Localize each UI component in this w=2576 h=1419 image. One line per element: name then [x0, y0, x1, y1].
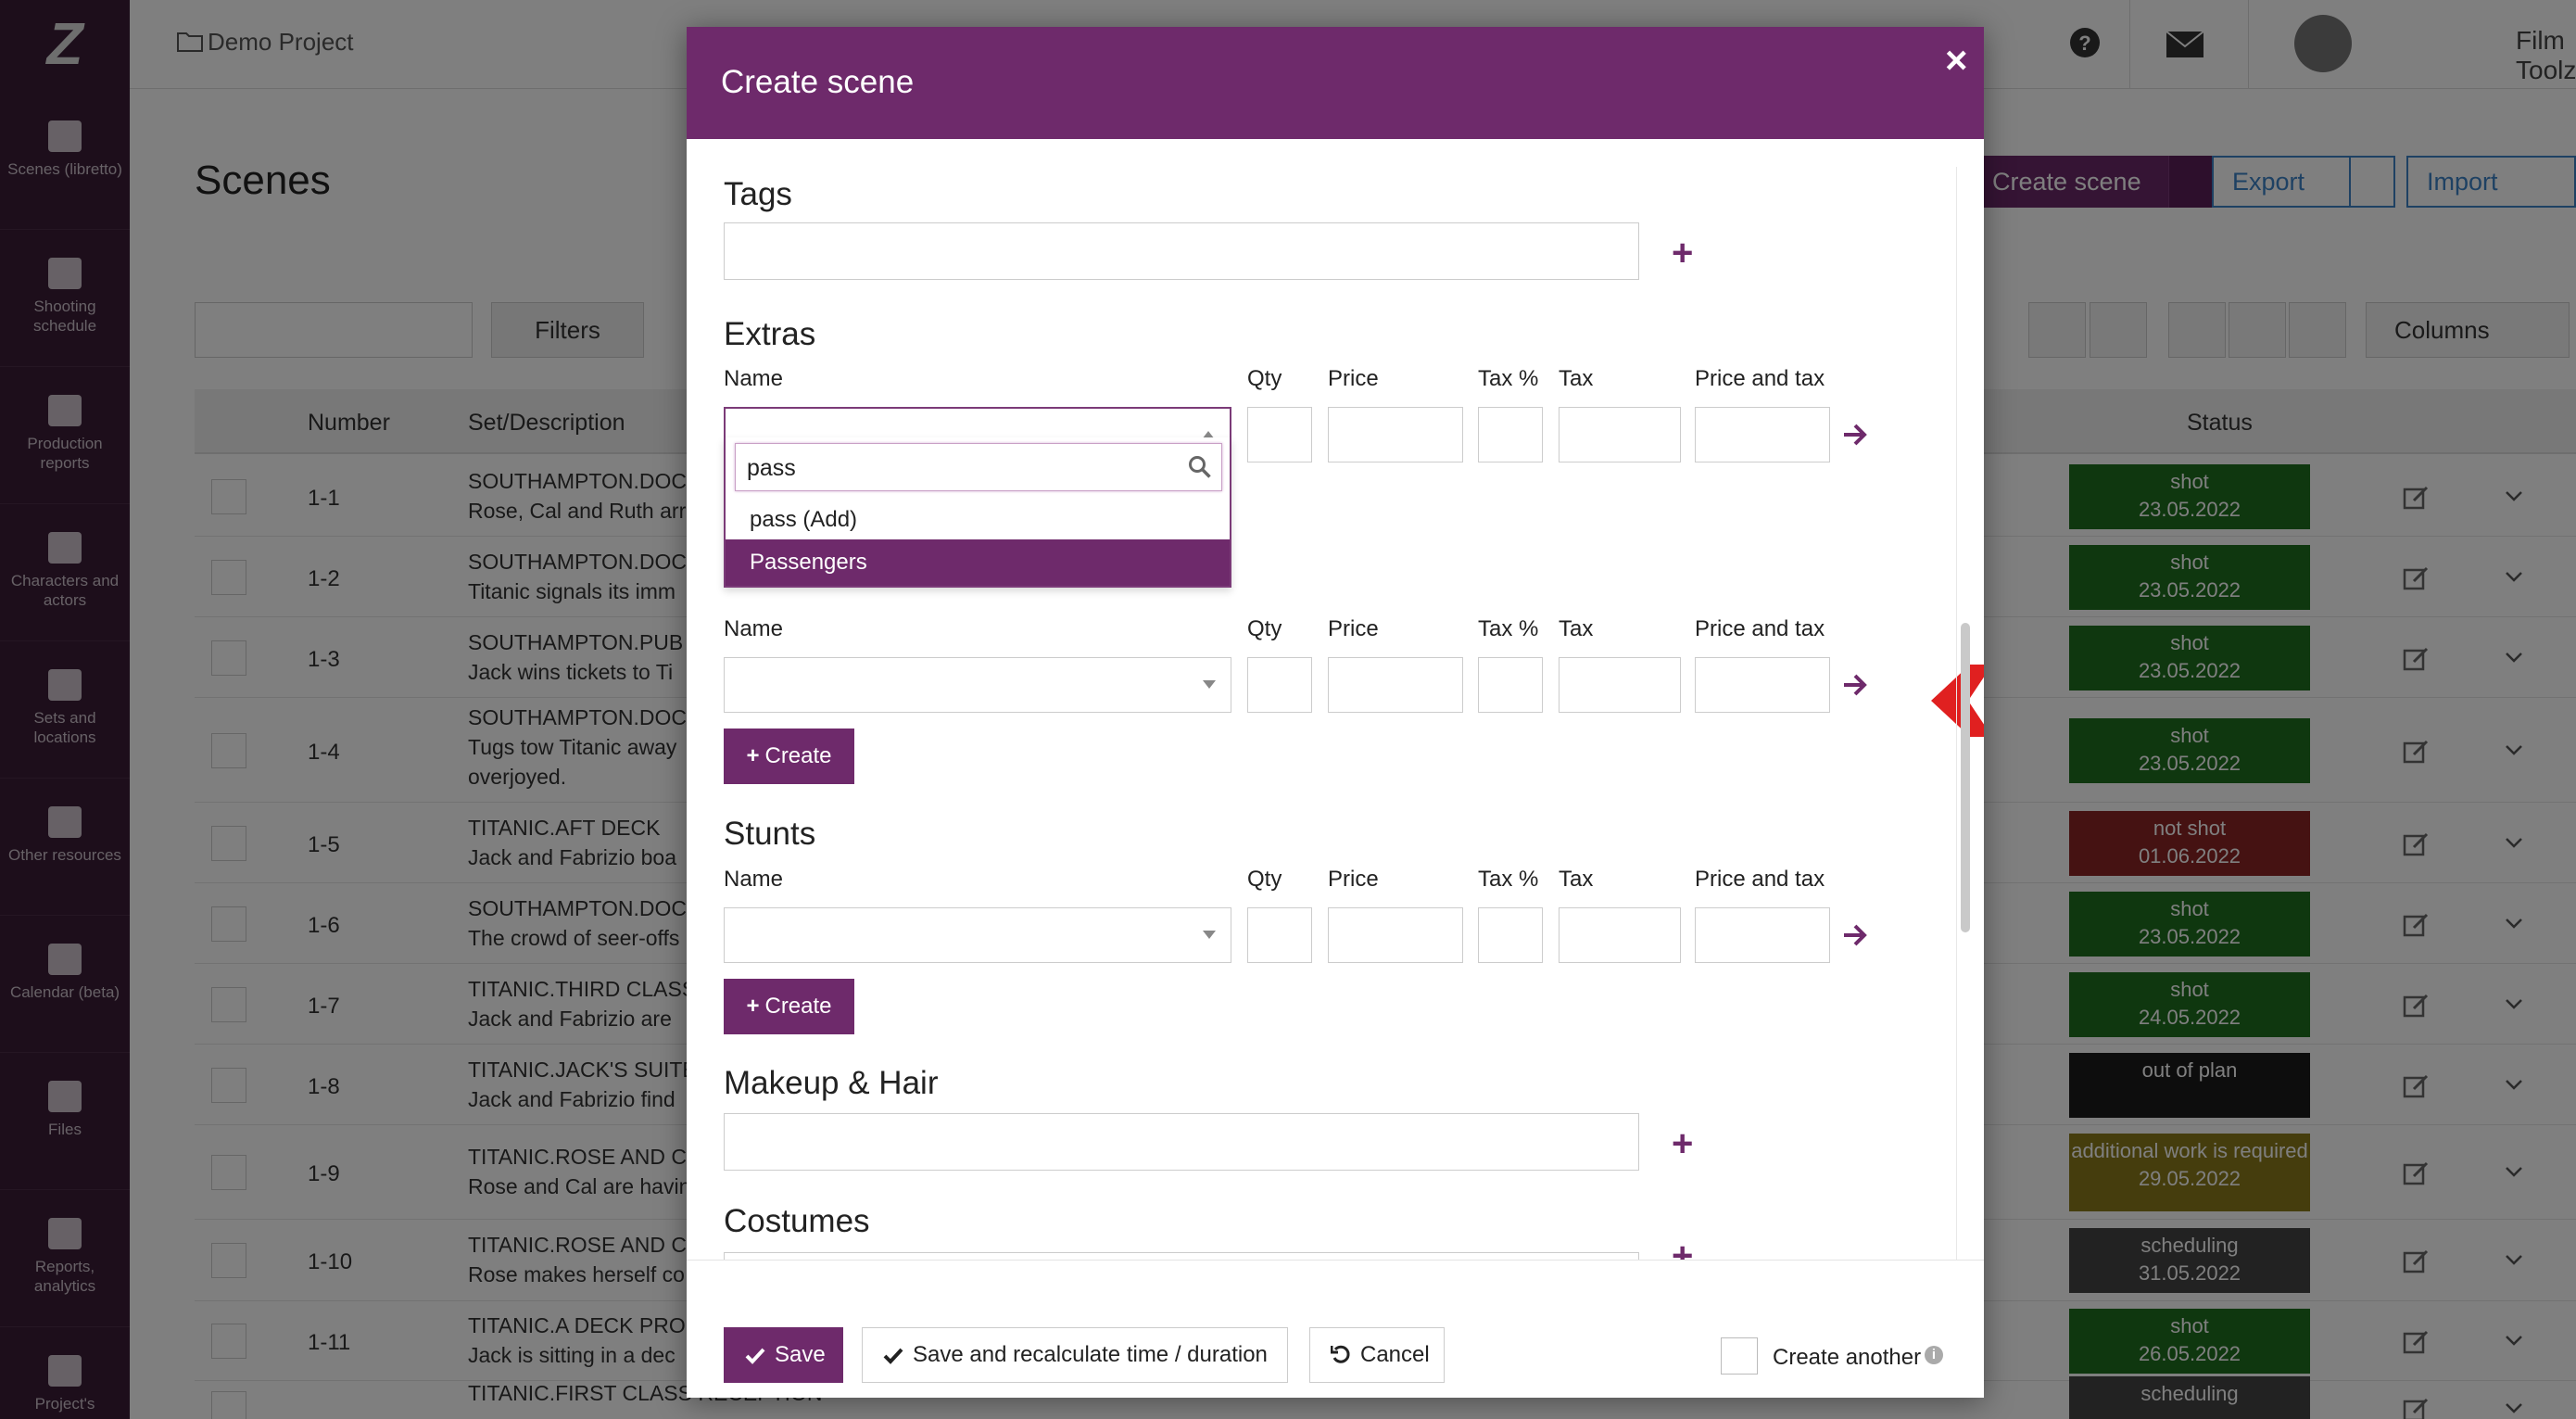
tags-input[interactable]: [724, 222, 1639, 280]
row2-tax-input[interactable]: [1559, 657, 1681, 713]
plus-icon: +: [746, 994, 760, 1019]
close-icon[interactable]: ×: [1945, 38, 1968, 82]
extras-price-tax-label: Price and tax: [1695, 366, 1825, 391]
extras-tax-input[interactable]: [1559, 407, 1681, 462]
row2-qty-input[interactable]: [1247, 657, 1312, 713]
row2-tax-label: Tax: [1559, 616, 1594, 641]
modal-header: Create scene ×: [687, 27, 1984, 139]
save-button[interactable]: Save: [724, 1327, 843, 1383]
create-label: Create: [764, 994, 832, 1019]
extras-tax-label: Tax: [1559, 366, 1594, 391]
row2-price-input[interactable]: [1328, 657, 1463, 713]
extras-price-tax-input[interactable]: [1695, 407, 1830, 462]
extras-name-dropdown: pass pass (Add) Passengers: [724, 437, 1231, 588]
extras-price-label: Price: [1328, 366, 1379, 391]
extras-title: Extras: [724, 316, 816, 352]
tags-title: Tags: [724, 176, 792, 212]
stunts-qty-input[interactable]: [1247, 907, 1312, 963]
stunts-name-select[interactable]: [724, 907, 1231, 963]
undo-icon: [1330, 1345, 1350, 1363]
add-costume-icon[interactable]: +: [1672, 1237, 1693, 1260]
cancel-button[interactable]: Cancel: [1309, 1327, 1445, 1383]
extras-name-label: Name: [724, 366, 784, 391]
save-recalculate-button[interactable]: Save and recalculate time / duration: [862, 1327, 1288, 1383]
save-label: Save: [775, 1342, 826, 1367]
create-label: Create: [764, 743, 832, 768]
dropdown-option-add[interactable]: pass (Add): [726, 497, 1230, 543]
arrow-right-icon[interactable]: [1841, 671, 1869, 699]
row2-qty-label: Qty: [1247, 616, 1282, 641]
check-icon: [883, 1348, 903, 1364]
row2-tax-pct-input[interactable]: [1478, 657, 1543, 713]
row2-create-button[interactable]: + Create: [724, 729, 854, 784]
row2-price-label: Price: [1328, 616, 1379, 641]
stunts-tax-pct-label: Tax %: [1478, 867, 1539, 892]
row2-tax-pct-label: Tax %: [1478, 616, 1539, 641]
stunts-price-input[interactable]: [1328, 907, 1463, 963]
row2-price-tax-input[interactable]: [1695, 657, 1830, 713]
costumes-input[interactable]: [724, 1252, 1639, 1260]
stunts-title: Stunts: [724, 816, 816, 852]
extras-qty-label: Qty: [1247, 366, 1282, 391]
add-tag-icon[interactable]: +: [1672, 234, 1693, 272]
info-icon[interactable]: i: [1925, 1346, 1943, 1364]
row2-name-select[interactable]: [724, 657, 1231, 713]
row2-name-label: Name: [724, 616, 784, 641]
makeup-title: Makeup & Hair: [724, 1065, 939, 1101]
chevron-down-icon: [1203, 680, 1216, 689]
add-makeup-icon[interactable]: +: [1672, 1125, 1693, 1162]
stunts-price-tax-label: Price and tax: [1695, 867, 1825, 892]
stunts-price-tax-input[interactable]: [1695, 907, 1830, 963]
create-another-label[interactable]: Create another: [1773, 1345, 1921, 1371]
check-icon: [745, 1348, 765, 1364]
dropdown-search-value: pass: [747, 455, 796, 481]
makeup-input[interactable]: [724, 1113, 1639, 1171]
costumes-title: Costumes: [724, 1203, 870, 1239]
extras-qty-input[interactable]: [1247, 407, 1312, 462]
stunts-create-button[interactable]: + Create: [724, 979, 854, 1034]
stunts-tax-input[interactable]: [1559, 907, 1681, 963]
dropdown-option-passengers[interactable]: Passengers: [726, 539, 1230, 586]
arrow-right-icon[interactable]: [1841, 921, 1869, 949]
save-recalculate-label: Save and recalculate time / duration: [913, 1342, 1268, 1367]
modal-footer: Save Save and recalculate time / duratio…: [687, 1260, 1984, 1398]
extras-price-input[interactable]: [1328, 407, 1463, 462]
stunts-price-label: Price: [1328, 867, 1379, 892]
plus-icon: +: [746, 743, 760, 768]
create-another-checkbox[interactable]: [1721, 1337, 1758, 1375]
stunts-name-label: Name: [724, 867, 784, 892]
create-scene-modal: Create scene × Tags + Extras Name Qty Pr…: [687, 27, 1984, 1398]
chevron-down-icon: [1203, 931, 1216, 939]
stunts-qty-label: Qty: [1247, 867, 1282, 892]
arrow-right-icon[interactable]: [1841, 421, 1869, 449]
scrollbar-thumb[interactable]: [1961, 623, 1970, 932]
modal-body: Tags + Extras Name Qty Price Tax % Tax P…: [687, 139, 1984, 1260]
extras-tax-pct-input[interactable]: [1478, 407, 1543, 462]
search-icon: [1189, 456, 1211, 478]
row2-price-tax-label: Price and tax: [1695, 616, 1825, 641]
modal-title: Create scene: [721, 64, 915, 100]
dropdown-search-input[interactable]: pass: [735, 443, 1222, 491]
extras-tax-pct-label: Tax %: [1478, 366, 1539, 391]
stunts-tax-pct-input[interactable]: [1478, 907, 1543, 963]
stunts-tax-label: Tax: [1559, 867, 1594, 892]
cancel-label: Cancel: [1360, 1342, 1430, 1367]
